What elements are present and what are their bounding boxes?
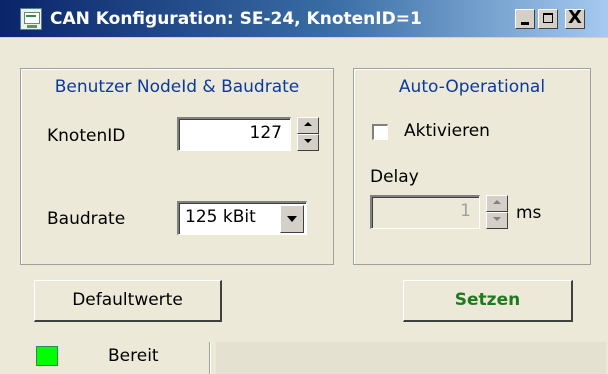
window-title: CAN Konfiguration: SE-24, KnotenID=1 [50,9,422,29]
auto-operational-group: Auto-Operational Aktivieren Delay 1 ms [353,68,591,265]
maximize-button[interactable] [538,9,558,29]
node-baudrate-group-title: Benutzer NodeId & Baudrate [54,77,300,97]
knoten-id-down-button[interactable] [297,134,319,151]
delay-down-button[interactable] [486,212,508,229]
setzen-button[interactable]: Setzen [403,280,573,322]
chevron-down-icon [287,216,297,222]
delay-value: 1 [460,201,471,221]
knoten-id-input[interactable]: 127 [177,117,291,151]
status-bar: Bereit [0,338,608,374]
delay-input[interactable]: 1 [370,195,480,229]
delay-up-button[interactable] [486,195,508,212]
status-separator [210,342,211,374]
aktivieren-checkbox[interactable] [372,124,388,140]
arrow-up-icon [304,122,312,126]
aktivieren-label[interactable]: Aktivieren [404,121,490,141]
maximize-icon [543,13,553,23]
baudrate-dropdown-button[interactable] [280,205,304,233]
arrow-down-icon [493,217,501,221]
knoten-id-spinner[interactable] [297,117,319,151]
knoten-id-value: 127 [249,123,282,143]
status-text: Bereit [108,346,159,366]
baudrate-value: 125 kBit [185,207,256,227]
knoten-id-label: KnotenID [47,126,126,146]
status-panel [216,342,606,374]
minimize-icon [521,22,529,25]
delay-label: Delay [370,167,419,187]
node-baudrate-group: Benutzer NodeId & Baudrate KnotenID 127 … [20,68,334,265]
arrow-up-icon [493,200,501,204]
auto-operational-group-title: Auto-Operational [398,77,546,97]
status-led-indicator [36,346,58,366]
close-button[interactable]: X [565,7,585,29]
defaultwerte-button[interactable]: Defaultwerte [34,280,222,322]
baudrate-select[interactable]: 125 kBit [177,201,307,235]
title-bar[interactable]: CAN Konfiguration: SE-24, KnotenID=1 X [0,0,608,38]
knoten-id-up-button[interactable] [297,117,319,134]
close-icon: X [568,7,582,28]
main-window: CAN Konfiguration: SE-24, KnotenID=1 X B… [0,0,608,374]
arrow-down-icon [304,139,312,143]
delay-unit-label: ms [516,203,542,223]
can-app-icon[interactable] [20,8,42,30]
delay-spinner[interactable] [486,195,508,229]
minimize-button[interactable] [515,9,535,29]
baudrate-label: Baudrate [47,209,126,229]
